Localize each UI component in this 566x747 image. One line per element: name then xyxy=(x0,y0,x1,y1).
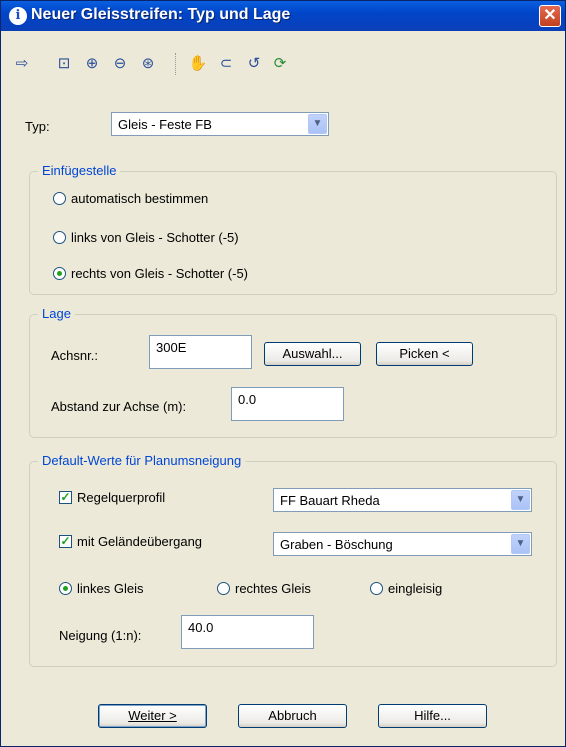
picken-button[interactable]: Picken < xyxy=(376,342,473,366)
refresh-icon[interactable]: ⟳ xyxy=(269,53,291,75)
radio-label: rechtes Gleis xyxy=(235,581,311,596)
hilfe-button[interactable]: Hilfe... xyxy=(378,704,487,728)
radio-linkes-gleis[interactable]: linkes Gleis xyxy=(59,581,143,596)
checkbox-label: mit Geländeübergang xyxy=(77,534,203,549)
gelaende-select-value: Graben - Böschung xyxy=(280,537,393,552)
regelquerprofil-select[interactable]: FF Bauart Rheda ▼ xyxy=(273,488,532,512)
gelaende-checkbox[interactable]: ✓ mit Geländeübergang xyxy=(59,534,202,549)
radio-eingleisig[interactable]: eingleisig xyxy=(370,581,442,596)
regelquerprofil-checkbox[interactable]: ✓ Regelquerprofil xyxy=(59,490,165,505)
close-button[interactable]: ✕ xyxy=(539,5,561,27)
hilfe-label: Hilfe... xyxy=(414,708,451,723)
weiter-label: Weiter > xyxy=(128,708,177,723)
regelquerprofil-select-value: FF Bauart Rheda xyxy=(280,493,380,508)
radio-rechts-von-gleis[interactable]: rechts von Gleis - Schotter (-5) xyxy=(53,266,248,281)
zoom-out-icon[interactable]: ⊖ xyxy=(109,53,131,75)
abstand-input[interactable]: 0.0 xyxy=(231,387,344,421)
checkmark-icon: ✓ xyxy=(59,534,72,548)
typ-label: Typ: xyxy=(25,119,50,134)
radio-dot-selected xyxy=(59,582,72,595)
typ-select-value: Gleis - Feste FB xyxy=(118,117,212,132)
radio-label: linkes Gleis xyxy=(77,581,144,596)
achsnr-input[interactable]: 300E xyxy=(149,335,252,369)
checkbox-label: Regelquerprofil xyxy=(77,490,166,505)
window-title: Neuer Gleisstreifen: Typ und Lage xyxy=(31,6,291,23)
neigung-label: Neigung (1:n): xyxy=(59,628,142,643)
radio-links-von-gleis[interactable]: links von Gleis - Schotter (-5) xyxy=(53,230,239,245)
pan-hand-icon[interactable]: ✋ xyxy=(187,53,209,75)
neigung-input[interactable]: 40.0 xyxy=(181,615,314,649)
dialog-window: i Neuer Gleisstreifen: Typ und Lage ✕ ⇨ … xyxy=(0,0,566,747)
default-werte-title: Default-Werte für Planumsneigung xyxy=(38,453,246,468)
typ-select[interactable]: Gleis - Feste FB ▼ xyxy=(111,112,329,136)
toolbar: ⇨ ⊡ ⊕ ⊖ ⊛ ✋ ⊂ ↺ ⟳ xyxy=(1,53,565,87)
radio-label: links von Gleis - Schotter (-5) xyxy=(71,230,239,245)
chevron-down-icon[interactable]: ▼ xyxy=(511,490,530,510)
abbruch-button[interactable]: Abbruch xyxy=(238,704,347,728)
radio-dot xyxy=(217,582,230,595)
zoom-previous-icon[interactable]: ↺ xyxy=(243,53,265,75)
radio-dot xyxy=(53,192,66,205)
chevron-down-icon[interactable]: ▼ xyxy=(511,534,530,554)
info-icon: i xyxy=(9,7,27,25)
radio-label: rechts von Gleis - Schotter (-5) xyxy=(71,266,248,281)
radio-dot-selected xyxy=(53,267,66,280)
zoom-window-icon[interactable]: ⊡ xyxy=(53,53,75,75)
chevron-down-icon[interactable]: ▼ xyxy=(308,114,327,134)
radio-dot xyxy=(370,582,383,595)
radio-automatisch[interactable]: automatisch bestimmen xyxy=(53,191,208,206)
zoom-extents-icon[interactable]: ⊛ xyxy=(137,53,159,75)
achsnr-label: Achsnr.: xyxy=(51,348,98,363)
toolbar-separator xyxy=(175,53,177,75)
abstand-label: Abstand zur Achse (m): xyxy=(51,399,187,414)
radio-dot xyxy=(53,231,66,244)
exit-icon[interactable]: ⇨ xyxy=(11,53,33,75)
radio-label: automatisch bestimmen xyxy=(71,191,209,206)
auswahl-button[interactable]: Auswahl... xyxy=(264,342,361,366)
radio-label: eingleisig xyxy=(388,581,443,596)
radio-rechtes-gleis[interactable]: rechtes Gleis xyxy=(217,581,311,596)
checkmark-icon: ✓ xyxy=(59,490,72,504)
weiter-button[interactable]: Weiter > xyxy=(98,704,207,728)
zoom-in-icon[interactable]: ⊕ xyxy=(81,53,103,75)
einfuegestelle-title: Einfügestelle xyxy=(38,163,121,178)
title-bar[interactable]: i Neuer Gleisstreifen: Typ und Lage ✕ xyxy=(1,1,565,31)
lage-title: Lage xyxy=(38,306,75,321)
pick-add-icon[interactable]: ⊂ xyxy=(215,53,237,75)
gelaende-select[interactable]: Graben - Böschung ▼ xyxy=(273,532,532,556)
